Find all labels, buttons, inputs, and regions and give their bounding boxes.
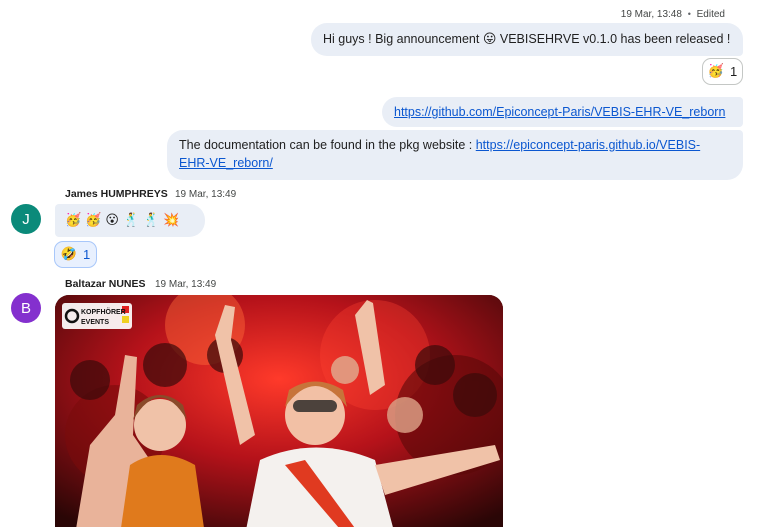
avatar[interactable]: B [11,293,41,323]
message-bubble[interactable]: https://github.com/Epiconcept-Paris/VEBI… [382,97,743,127]
message-timestamp: 19 Mar, 13:49 [175,189,237,200]
dancing-man-emoji-icon: 🕺 [122,213,140,228]
collision-emoji-icon: 💥 [163,213,180,228]
shared-photo[interactable]: KOPFHÖRER EVENTS [55,295,503,527]
message-timestamp: 19 Mar, 13:49 [155,279,217,290]
sender-name[interactable]: James HUMPHREYS [65,188,168,200]
reaction-chip[interactable]: 🤣 1 [54,241,97,268]
party-face-emoji-icon: 🥳 [65,213,82,228]
emoji-message-bubble[interactable]: 🥳 🥳 😮 🕺 🕺 💥 [55,204,205,237]
party-face-emoji-icon: 🥳 [85,213,102,228]
avatar-initial: J [22,210,30,228]
message-link[interactable]: https://epiconcept-paris.github.io/VEBIS… [476,138,700,152]
own-message-meta: 19 Mar, 13:48 • Edited [621,9,725,20]
message-text: VEBISEHRVE v0.1.0 has been released ! [499,32,731,46]
party-face-emoji-icon: 🥳 [707,64,724,79]
message-bubble[interactable]: The documentation can be found in the pk… [167,130,743,180]
edited-label: Edited [696,9,725,20]
rofl-emoji-icon: 🤣 [60,247,77,262]
message-text: The documentation can be found in the pk… [179,138,473,152]
photo-logo-text: KOPFHÖRER [81,307,126,316]
meta-separator: • [687,9,691,19]
reaction-chip[interactable]: 🥳 1 [702,58,743,85]
reaction-count: 1 [82,247,91,262]
dancing-man-emoji-icon: 🕺 [143,213,160,228]
message-link[interactable]: https://github.com/Epiconcept-Paris/VEBI… [394,105,725,119]
message-text: Hi guys ! Big announcement [323,32,480,46]
avatar-initial: B [20,299,31,317]
surprised-face-emoji-icon: 😮 [105,213,119,228]
avatar[interactable]: J [11,204,41,234]
message-link-continued[interactable]: EHR-VE_reborn/ [179,156,273,170]
party-photo-image: KOPFHÖRER EVENTS [55,295,503,527]
tongue-emoji-icon: 😛 [482,32,497,47]
message-timestamp: 19 Mar, 13:48 [620,9,682,20]
photo-logo-text: EVENTS [81,319,109,326]
chat-thread: 19 Mar, 13:48 • Edited Hi guys ! Big ann… [0,0,757,527]
sender-name[interactable]: Baltazar NUNES [65,278,146,290]
reaction-count: 1 [729,64,738,79]
message-bubble[interactable]: Hi guys ! Big announcement 😛 VEBISEHRVE … [311,23,743,56]
